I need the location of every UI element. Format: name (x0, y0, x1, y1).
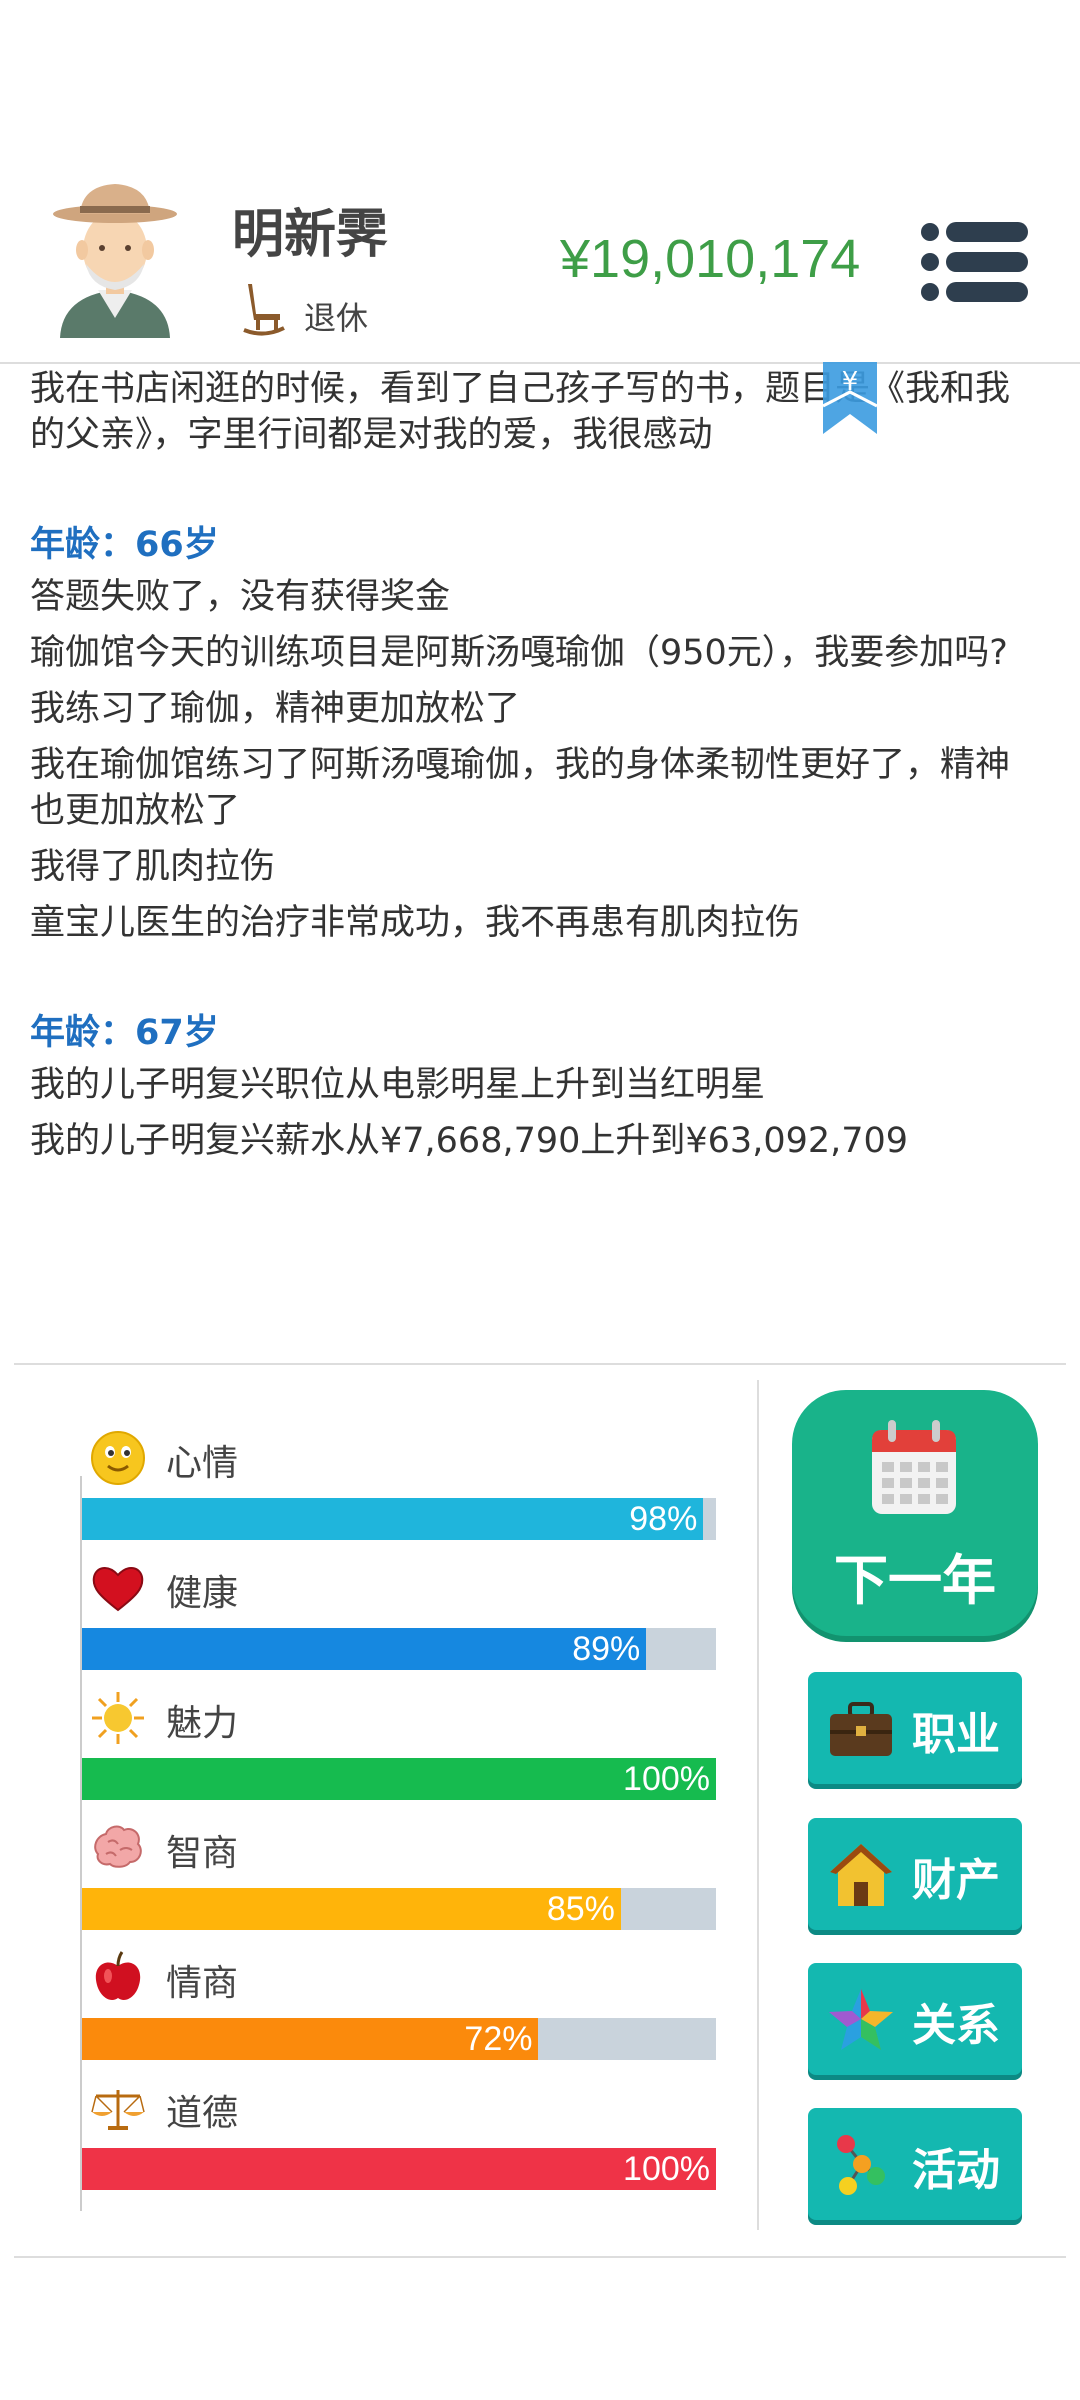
stat-value: 100% (623, 2150, 710, 2188)
log-entry: 我的儿子明复兴职位从电影明星上升到当红明星 (30, 1065, 766, 1105)
money-balance: ¥19,010,174 (560, 229, 861, 289)
stat-label: 心情 (166, 1443, 239, 1484)
assets-button[interactable]: 财产 (808, 1818, 1022, 1930)
log-entry: 我在书店闲逛的时候，看到了自己孩子写的书，题目是《我和我的父亲》，字里行间都是对… (30, 369, 1011, 455)
career-button[interactable]: 职业 (808, 1672, 1022, 1784)
scales-icon (91, 2090, 145, 2130)
stat-bar-fill: 85% (82, 1888, 621, 1930)
next-year-label: 下一年 (834, 1549, 996, 1612)
log-entry: 我在瑜伽馆练习了阿斯汤嘎瑜伽，我的身体柔韧性更好了，精神也更加放松了 (30, 745, 1011, 831)
sun-icon (92, 1692, 144, 1744)
stat-bar-fill: 100% (82, 2148, 716, 2190)
section-divider (14, 1363, 1066, 1365)
star-icon (829, 1989, 893, 2050)
stat-bar-fill: 89% (82, 1628, 647, 1670)
stat-bar: 100% (82, 1758, 716, 1800)
age-heading: 年龄：67岁 (30, 1013, 219, 1053)
relations-button[interactable]: 关系 (808, 1963, 1022, 2075)
log-entry: 童宝儿医生的治疗非常成功，我不再患有肌肉拉伤 (30, 903, 801, 943)
relations-label: 关系 (912, 2000, 1000, 2051)
log-entry: 我的儿子明复兴薪水从¥7,668,790上升到¥63,092,709 (30, 1121, 909, 1161)
stat-label: 道德 (166, 2093, 239, 2134)
stat-label: 情商 (166, 1963, 239, 2004)
stat-iq: 智商 85% (80, 1810, 720, 1940)
event-log[interactable]: 我在书店闲逛的时候，看到了自己孩子写的书，题目是《我和我的父亲》，字里行间都是对… (30, 360, 1040, 1320)
rocking-chair-icon (243, 284, 285, 336)
stat-label: 健康 (166, 1573, 239, 1614)
stat-value: 98% (629, 1500, 698, 1538)
job-status: 退休 (242, 280, 369, 337)
brain-icon (94, 1825, 142, 1868)
stats-panel: 心情 98% 健康 89% 魅力 100% 智商 85% 情商 72% 道德 1… (80, 1420, 720, 2200)
avatar[interactable] (40, 178, 190, 338)
stat-charm: 魅力 100% (80, 1680, 720, 1810)
briefcase-icon (830, 1702, 892, 1756)
svg-text:¥: ¥ (842, 367, 859, 397)
log-entry: 我得了肌肉拉伤 (30, 847, 276, 887)
stat-mood: 心情 98% (80, 1420, 720, 1550)
activities-button[interactable]: 活动 (808, 2108, 1022, 2220)
calendar-icon (872, 1420, 956, 1514)
stat-bar: 89% (82, 1628, 716, 1670)
career-label: 职业 (912, 1709, 1000, 1760)
stat-value: 72% (464, 2020, 533, 2058)
log-entry: 答题失败了，没有获得奖金 (30, 577, 451, 617)
heart-icon (92, 1567, 144, 1612)
activities-icon (837, 2135, 885, 2195)
stat-bar: 98% (82, 1498, 716, 1540)
stat-bar-fill: 100% (82, 1758, 716, 1800)
age-heading: 年龄：66岁 (30, 525, 219, 565)
character-name: 明新霁 (232, 205, 389, 265)
menu-icon[interactable] (920, 220, 1030, 304)
activities-label: 活动 (912, 2145, 1000, 2196)
stat-morality: 道德 100% (80, 2070, 720, 2200)
assets-label: 财产 (912, 1855, 1000, 1906)
smiley-icon (91, 1431, 145, 1485)
apple-icon (95, 1951, 141, 2000)
stat-value: 89% (572, 1630, 641, 1668)
log-entry: 瑜伽馆今天的训练项目是阿斯汤嘎瑜伽（950元），我要参加吗? (30, 633, 1008, 673)
next-year-button[interactable]: 下一年 (792, 1390, 1038, 1636)
house-icon (830, 1844, 892, 1906)
bottom-divider (14, 2256, 1066, 2258)
yen-bookmark-icon[interactable]: ¥ (823, 362, 877, 434)
stat-bar-fill: 72% (82, 2018, 539, 2060)
stat-health: 健康 89% (80, 1550, 720, 1680)
job-label: 退休 (304, 299, 369, 337)
stat-bar: 100% (82, 2148, 716, 2190)
stat-bar: 85% (82, 1888, 716, 1930)
stat-label: 魅力 (166, 1703, 239, 1744)
vertical-divider (757, 1380, 759, 2230)
stat-bar-fill: 98% (82, 1498, 704, 1540)
stat-label: 智商 (166, 1833, 239, 1874)
stat-eq: 情商 72% (80, 1940, 720, 2070)
stat-value: 85% (546, 1890, 615, 1928)
header: 明新霁 退休 ¥19,010,174 (0, 170, 1080, 360)
log-entry: 我练习了瑜伽，精神更加放松了 (30, 689, 521, 729)
stat-bar: 72% (82, 2018, 716, 2060)
stat-value: 100% (623, 1760, 710, 1798)
